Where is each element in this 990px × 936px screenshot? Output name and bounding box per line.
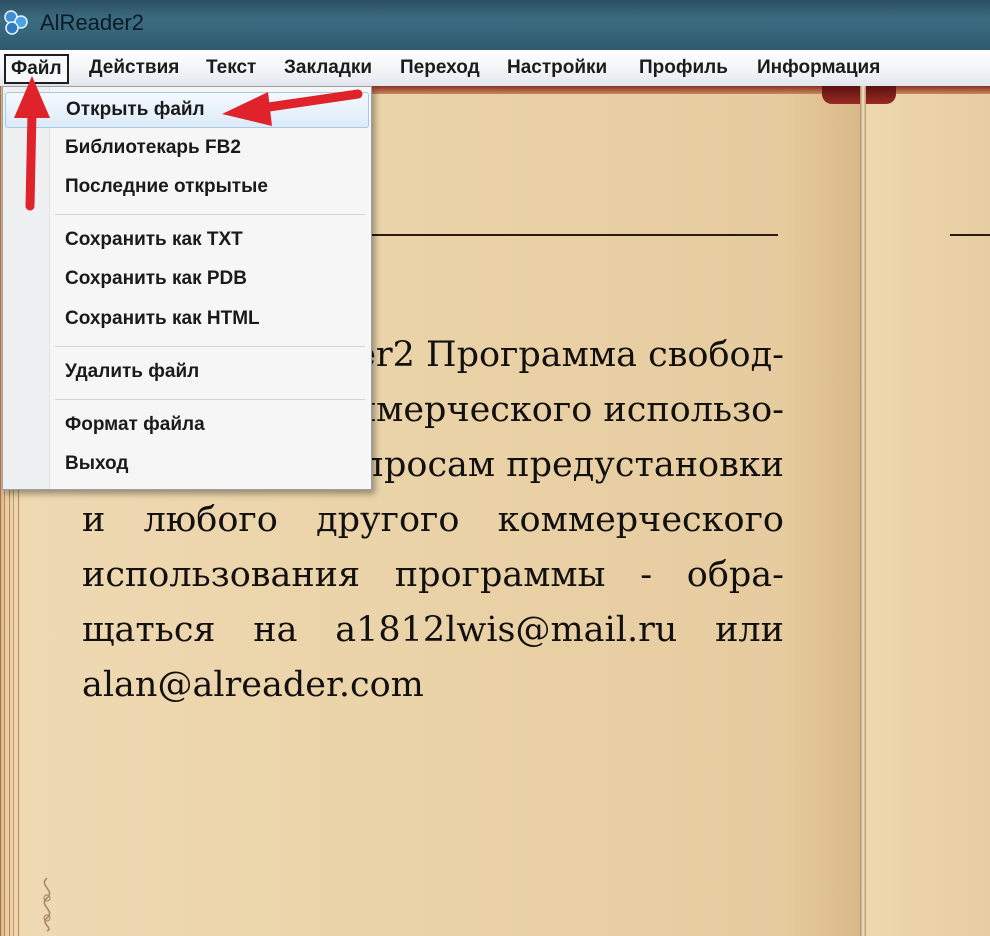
book-word: щаться: [82, 610, 216, 650]
menu-item-save-pdb[interactable]: Сохранить как PDB: [5, 262, 367, 296]
book-word: -: [640, 555, 653, 595]
header-rule-left: [372, 234, 778, 236]
menu-settings[interactable]: Настройки: [501, 56, 613, 80]
menu-item-label: Сохранить как HTML: [65, 308, 260, 329]
menu-text[interactable]: Текст: [200, 56, 262, 80]
menu-item-label: Выход: [65, 453, 129, 474]
book-word: и: [82, 500, 106, 540]
menu-item-save-html[interactable]: Сохранить как HTML: [5, 302, 367, 336]
menu-profile[interactable]: Профиль: [633, 56, 734, 80]
menu-item-file-format[interactable]: Формат файла: [5, 408, 367, 442]
menu-actions[interactable]: Действия: [83, 56, 185, 80]
menu-item-label: Сохранить как TXT: [65, 229, 243, 250]
header-rule-right: [950, 234, 990, 236]
menu-item-librarian[interactable]: Библиотекарь FB2: [5, 131, 367, 165]
menu-separator: [55, 214, 365, 215]
menu-item-save-txt[interactable]: Сохранить как TXT: [5, 223, 367, 257]
menu-item-label: Удалить файл: [65, 361, 200, 382]
menu-item-label: Последние открытые: [65, 176, 268, 197]
book-word: на: [253, 610, 298, 650]
book-word: обра-: [686, 555, 784, 595]
book-line-5: использования программы - обра-: [82, 552, 784, 598]
menu-item-label: Открыть файл: [66, 99, 205, 120]
menu-item-exit[interactable]: Выход: [5, 447, 367, 481]
window-title: AlReader2: [40, 10, 144, 35]
book-word: коммерческого: [497, 500, 784, 540]
book-word: или: [715, 610, 784, 650]
menu-info[interactable]: Информация: [751, 56, 886, 80]
app-icon: [4, 10, 28, 35]
book-spine: [860, 86, 866, 936]
book-word: другого: [316, 500, 460, 540]
menu-item-open-file[interactable]: Открыть файл: [5, 92, 369, 128]
book-word: любого: [143, 500, 278, 540]
bookmark-ribbon: [822, 86, 896, 104]
menu-item-label: Библиотекарь FB2: [65, 137, 241, 158]
book-line-4: и любого другого коммерческого: [82, 497, 784, 543]
menu-item-label: Формат файла: [65, 414, 205, 435]
ornament-icon: [43, 877, 51, 932]
book-line-6: щаться на a1812lwis@mail.ru или: [82, 607, 784, 653]
title-bar: AlReader2: [0, 0, 990, 50]
book-word: программы: [394, 555, 606, 595]
menu-bar: Файл Действия Текст Закладки Переход Нас…: [0, 50, 990, 87]
menu-item-delete-file[interactable]: Удалить файл: [5, 355, 367, 389]
menu-file[interactable]: Файл: [4, 54, 69, 84]
menu-separator: [55, 346, 365, 347]
book-word: a1812lwis@mail.ru: [335, 610, 678, 650]
menu-item-label: Сохранить как PDB: [65, 268, 247, 289]
book-line-7: alan@alreader.com: [82, 665, 424, 705]
menu-separator: [55, 399, 365, 400]
menu-goto[interactable]: Переход: [394, 56, 486, 80]
menu-item-recent[interactable]: Последние открытые: [5, 170, 367, 204]
book-word: использования: [82, 555, 361, 595]
file-menu-dropdown: Открыть файл Библиотекарь FB2 Последние …: [2, 86, 372, 490]
menu-bookmarks[interactable]: Закладки: [278, 56, 378, 80]
